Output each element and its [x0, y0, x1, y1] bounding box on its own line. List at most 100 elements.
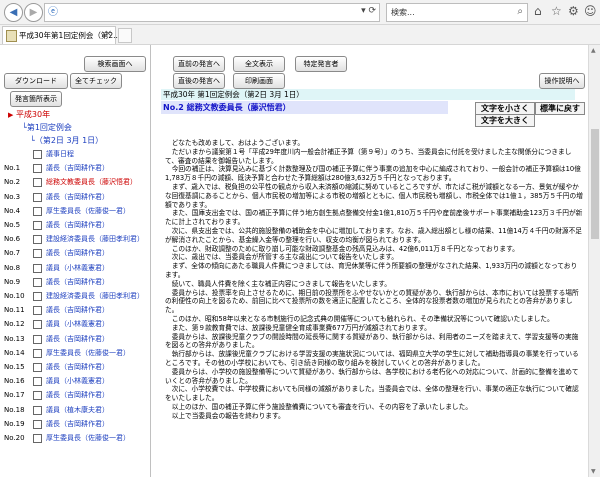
- list-item-checkbox[interactable]: [33, 405, 42, 415]
- list-item-label[interactable]: 総務文教委員長（藤沢悟君）: [46, 177, 137, 187]
- list-item[interactable]: No.15 議長（吉岡耕作君）: [0, 361, 150, 375]
- list-item-checkbox[interactable]: [33, 377, 42, 387]
- list-item-label[interactable]: 建設経済委員長（藤田孝利君）: [46, 234, 144, 244]
- list-item[interactable]: No.1 議長（吉岡耕作君）: [0, 162, 150, 176]
- favorites-star-icon[interactable]: ☆: [551, 4, 562, 18]
- speaker-display-button[interactable]: 発言箇所表示: [10, 91, 62, 107]
- list-item-label[interactable]: 議員（小林義憲君）: [46, 263, 109, 273]
- list-item-checkbox[interactable]: [33, 206, 42, 216]
- list-item[interactable]: No.14 厚生委員長（佐藤俊一君）: [0, 347, 150, 361]
- forward-button[interactable]: ▶: [24, 3, 43, 22]
- list-item-checkbox[interactable]: [33, 434, 42, 443]
- download-button[interactable]: ダウンロード: [4, 73, 68, 89]
- list-item-checkbox[interactable]: [33, 306, 42, 316]
- list-item-checkbox[interactable]: [33, 178, 42, 188]
- show-all-button[interactable]: 全文表示: [233, 56, 285, 72]
- list-item-checkbox[interactable]: [33, 277, 42, 287]
- tab-close-icon[interactable]: ×: [104, 29, 112, 39]
- list-item-label[interactable]: 厚生委員長（佐藤俊一君）: [46, 348, 130, 358]
- prev-speech-button[interactable]: 直前の発言へ: [173, 56, 225, 72]
- list-item-checkbox[interactable]: [33, 221, 42, 230]
- list-item-label[interactable]: 議長（吉岡耕作君）: [46, 248, 109, 258]
- list-item[interactable]: No.19 議長（吉岡耕作君）: [0, 418, 150, 432]
- list-item-label[interactable]: 厚生委員長（佐藤俊一君）: [46, 433, 130, 443]
- list-item-checkbox[interactable]: [33, 192, 42, 202]
- home-icon[interactable]: ⌂: [534, 4, 542, 18]
- list-item-checkbox[interactable]: [33, 320, 42, 330]
- check-all-button[interactable]: 全てチェック: [70, 73, 122, 89]
- list-item[interactable]: 議事日程: [0, 148, 150, 162]
- tree-year[interactable]: ▶ 平成30年: [8, 109, 50, 120]
- new-tab-button[interactable]: [118, 28, 132, 43]
- gear-icon[interactable]: ⚙: [568, 4, 579, 18]
- list-item-checkbox[interactable]: [33, 334, 42, 344]
- speech-paragraph: また、第９款教育費では、放課後児童健全育成事業費677万円が減額されております。: [171, 323, 431, 332]
- scroll-down-icon[interactable]: ▼: [591, 468, 596, 475]
- list-item-checkbox[interactable]: [33, 348, 42, 358]
- vertical-scrollbar[interactable]: ▲ ▼: [588, 45, 600, 477]
- scroll-thumb[interactable]: [591, 129, 599, 239]
- list-item-checkbox[interactable]: [33, 391, 42, 401]
- list-item-label[interactable]: 議長（吉岡耕作君）: [46, 419, 109, 429]
- print-button[interactable]: 印刷画面: [233, 73, 285, 89]
- next-speech-button[interactable]: 直後の発言へ: [173, 73, 225, 89]
- list-item[interactable]: No.11 議長（吉岡耕作君）: [0, 304, 150, 318]
- list-item[interactable]: No.18 議員（植木康夫君）: [0, 404, 150, 418]
- list-item-label[interactable]: 議長（吉岡耕作君）: [46, 220, 109, 230]
- list-item[interactable]: No.6 建設経済委員長（藤田孝利君）: [0, 233, 150, 247]
- list-item-number: No.11: [4, 306, 25, 315]
- list-item-checkbox[interactable]: [33, 150, 42, 159]
- list-item[interactable]: No.9 議長（吉岡耕作君）: [0, 276, 150, 290]
- list-item[interactable]: No.12 議員（小林義憲君）: [0, 318, 150, 332]
- search-input[interactable]: 検索... ⌕: [386, 3, 528, 22]
- list-item[interactable]: No.2 総務文教委員長（藤沢悟君）: [0, 176, 150, 190]
- list-item[interactable]: No.10 建設経済委員長（藤田孝利君）: [0, 290, 150, 304]
- list-item-label[interactable]: 議長（吉岡耕作君）: [46, 334, 109, 344]
- help-button[interactable]: 操作説明へ: [539, 73, 585, 89]
- list-item-label[interactable]: 建設経済委員長（藤田孝利君）: [46, 291, 144, 301]
- list-item-label[interactable]: 議長（吉岡耕作君）: [46, 305, 109, 315]
- list-item[interactable]: No.17 議長（吉岡耕作君）: [0, 389, 150, 403]
- address-tools-icon[interactable]: ▾ ⟳: [361, 6, 376, 16]
- list-item-label[interactable]: 議員（小林義憲君）: [46, 319, 109, 329]
- list-item[interactable]: No.8 議員（小林義憲君）: [0, 262, 150, 276]
- list-item-checkbox[interactable]: [33, 292, 42, 301]
- list-item[interactable]: No.16 議員（小林義憲君）: [0, 375, 150, 389]
- font-normal-button[interactable]: 標準に戻す: [535, 102, 585, 115]
- list-item-checkbox[interactable]: [33, 419, 42, 429]
- list-item-label[interactable]: 議長（吉岡耕作君）: [46, 390, 109, 400]
- back-button[interactable]: ◀: [4, 3, 23, 22]
- list-item-label[interactable]: 議長（吉岡耕作君）: [46, 277, 109, 287]
- scroll-up-icon[interactable]: ▲: [591, 47, 596, 54]
- list-item-number: No.18: [4, 405, 25, 414]
- list-item[interactable]: No.5 議長（吉岡耕作君）: [0, 219, 150, 233]
- list-item[interactable]: No.3 議長（吉岡耕作君）: [0, 191, 150, 205]
- tab-active[interactable]: 平成30年第1回定例会（第2... ×: [2, 26, 120, 44]
- list-item-checkbox[interactable]: [33, 164, 42, 174]
- search-screen-button[interactable]: 検索画面へ: [84, 56, 146, 72]
- speech-paragraph: 次に、歳出では、当委員会が所管する主な歳出について報告をいたします。: [171, 253, 398, 262]
- list-item-checkbox[interactable]: [33, 249, 42, 259]
- smiley-icon[interactable]: ☺: [584, 4, 597, 18]
- specific-speaker-button[interactable]: 特定発言者: [295, 56, 347, 72]
- list-item-label[interactable]: 議長（吉岡耕作君）: [46, 163, 109, 173]
- list-item[interactable]: No.20 厚生委員長（佐藤俊一君）: [0, 432, 150, 446]
- list-item-label[interactable]: 厚生委員長（佐藤俊一君）: [46, 206, 130, 216]
- list-item[interactable]: No.7 議長（吉岡耕作君）: [0, 247, 150, 261]
- list-item[interactable]: No.13 議長（吉岡耕作君）: [0, 333, 150, 347]
- tree-date[interactable]: └（第2日 3月 1日）: [30, 135, 103, 146]
- list-item-label[interactable]: 議事日程: [46, 149, 74, 159]
- font-larger-button[interactable]: 文字を大きく: [475, 114, 535, 127]
- address-bar[interactable]: ⓔ ▾ ⟳: [44, 3, 380, 22]
- list-item-checkbox[interactable]: [33, 235, 42, 245]
- list-item-label[interactable]: 議員（小林義憲君）: [46, 376, 109, 386]
- list-item[interactable]: No.4 厚生委員長（佐藤俊一君）: [0, 205, 150, 219]
- tree-session[interactable]: └第1回定例会: [22, 122, 72, 133]
- search-icon[interactable]: ⌕: [517, 6, 523, 17]
- list-item-checkbox[interactable]: [33, 263, 42, 273]
- list-item-label[interactable]: 議長（吉岡耕作君）: [46, 362, 109, 372]
- speech-paragraph: まず、全体の傾向にあたる職員人件費につきましては、育児休業等に伴う所要額の整理が…: [165, 262, 578, 279]
- list-item-label[interactable]: 議長（吉岡耕作君）: [46, 192, 109, 202]
- list-item-label[interactable]: 議員（植木康夫君）: [46, 405, 109, 415]
- list-item-checkbox[interactable]: [33, 363, 42, 372]
